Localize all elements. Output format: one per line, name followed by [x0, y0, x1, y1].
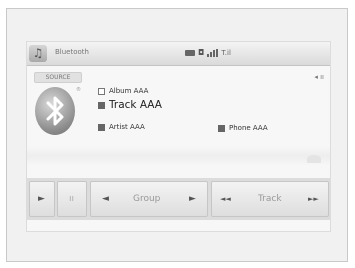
phone-row: Phone AAA [218, 124, 268, 132]
status-area: ◘ T.il [185, 47, 231, 59]
phone-status-icon: ◘ [198, 48, 205, 57]
track-prev-button[interactable]: ◄◄ [220, 193, 231, 205]
bluetooth-icon [46, 96, 64, 126]
track-name: Track AAA [109, 99, 162, 111]
control-bar: ► ıı ◄ Group ► ◄◄ Track ►► [27, 178, 330, 220]
artist-icon [98, 123, 105, 131]
source-button[interactable]: SOURCE [34, 72, 82, 83]
pause-icon: ıı [69, 194, 75, 204]
play-button[interactable]: ► [29, 181, 55, 217]
speaker-icon: ◂ [314, 73, 318, 81]
artist-name: Artist AAA [109, 123, 145, 131]
artist-row: Artist AAA [98, 123, 145, 131]
play-icon: ► [38, 194, 45, 204]
group-next-button[interactable]: ► [189, 193, 196, 205]
phone-name: Phone AAA [229, 124, 268, 132]
group-control: ◄ Group ► [90, 181, 208, 217]
track-row: Track AAA [98, 99, 162, 111]
source-title: Bluetooth [55, 48, 89, 56]
music-source-tab[interactable]: ♫ [29, 45, 47, 62]
album-name: Album AAA [109, 87, 149, 95]
track-next-button[interactable]: ►► [308, 193, 319, 205]
speaker-indicator: ◂ ıı [314, 73, 324, 81]
status-text: T.il [221, 49, 231, 57]
decorative-band [27, 146, 330, 166]
phone-icon [218, 124, 225, 132]
registered-mark: ® [76, 87, 81, 93]
group-label: Group [133, 194, 161, 204]
header-bar: ♫ Bluetooth ◘ T.il [27, 42, 330, 66]
audio-screen: ♫ Bluetooth ◘ T.il SOURCE ◂ ıı ® Album A… [26, 41, 331, 232]
album-icon [98, 87, 105, 95]
pause-button[interactable]: ıı [57, 181, 87, 217]
signal-strength-icon [207, 49, 219, 57]
album-row: Album AAA [98, 87, 148, 95]
speaker-level: ıı [320, 73, 324, 81]
battery-icon [185, 50, 195, 56]
group-prev-button[interactable]: ◄ [102, 193, 109, 205]
track-icon [98, 101, 105, 109]
track-control: ◄◄ Track ►► [211, 181, 329, 217]
decorative-shape [307, 155, 321, 163]
music-note-icon: ♫ [32, 46, 44, 60]
track-label: Track [258, 194, 282, 204]
